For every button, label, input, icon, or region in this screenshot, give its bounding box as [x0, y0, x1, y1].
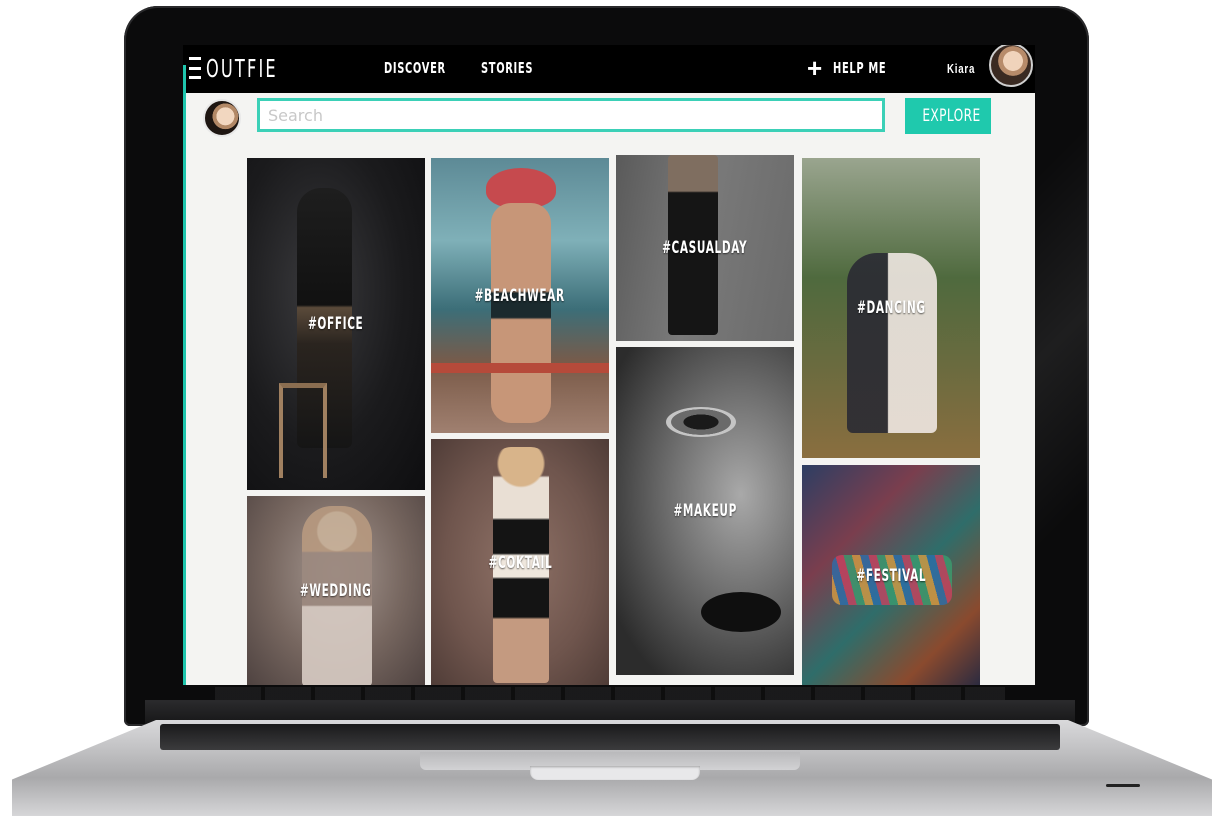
user-avatar[interactable]: [989, 45, 1033, 87]
tile-label: #COKTAIL: [488, 552, 552, 573]
office-stool: [279, 383, 327, 478]
app-screen: OUTFIE DISCOVER STORIES + HELP ME Kiara …: [183, 45, 1035, 685]
app-logo[interactable]: OUTFIE: [206, 54, 278, 83]
beachwear-hat: [486, 168, 556, 208]
tile-label: #BEACHWEAR: [474, 285, 566, 306]
search-input[interactable]: [257, 98, 885, 132]
tile-label: #OFFICE: [308, 314, 364, 334]
dancing-couple: [847, 253, 937, 433]
sleep-indicator-light: [1106, 784, 1140, 787]
tile-wedding[interactable]: #WEDDING: [247, 496, 425, 685]
makeup-lips: [701, 592, 781, 632]
laptop-opening-notch: [530, 766, 700, 780]
tile-dancing[interactable]: #DANCING: [802, 158, 980, 458]
tile-label: #CASUALDAY: [662, 238, 748, 258]
user-name[interactable]: Kiara: [947, 61, 975, 76]
search-avatar[interactable]: [203, 99, 241, 137]
explore-button[interactable]: EXPLORE: [905, 98, 991, 134]
tile-casualday[interactable]: #CASUALDAY: [616, 155, 794, 341]
tile-beachwear[interactable]: #BEACHWEAR: [431, 158, 609, 433]
tile-label: #FESTIVAL: [856, 565, 926, 586]
explore-button-label: EXPLORE: [922, 106, 981, 126]
tile-makeup[interactable]: #MAKEUP: [616, 347, 794, 675]
tile-label: #MAKEUP: [673, 501, 737, 521]
laptop-keyboard: [160, 724, 1060, 750]
plus-icon[interactable]: +: [807, 55, 822, 81]
tile-coktail[interactable]: #COKTAIL: [431, 439, 609, 685]
nav-discover[interactable]: DISCOVER: [384, 59, 446, 77]
top-navigation-bar: OUTFIE DISCOVER STORIES + HELP ME Kiara: [183, 45, 1035, 93]
tile-label: #DANCING: [856, 298, 926, 318]
tile-label: #WEDDING: [300, 581, 372, 601]
menu-icon[interactable]: [189, 57, 201, 79]
beachwear-bike: [431, 363, 609, 373]
tile-festival[interactable]: #FESTIVAL: [802, 465, 980, 685]
help-me-link[interactable]: HELP ME: [833, 59, 886, 77]
makeup-eye: [666, 407, 736, 437]
nav-stories[interactable]: STORIES: [481, 59, 533, 77]
tile-office[interactable]: #OFFICE: [247, 158, 425, 490]
accent-line: [183, 65, 186, 685]
beachwear-figure: [491, 203, 551, 423]
brand[interactable]: OUTFIE: [189, 53, 306, 83]
